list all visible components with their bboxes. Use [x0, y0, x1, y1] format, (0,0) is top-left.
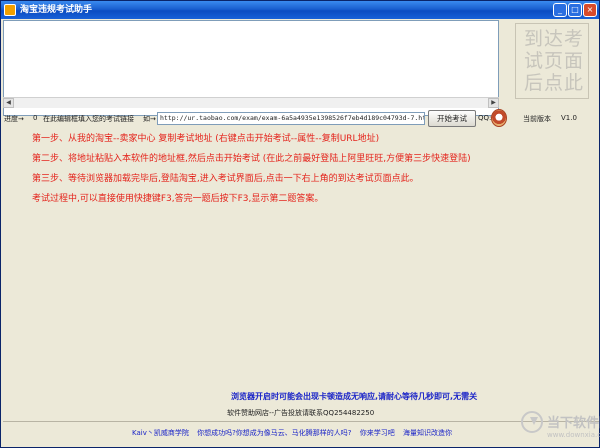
footer-link-success[interactable]: 你想成功吗?你想成为像马云、马化腾那样的人吗?: [197, 428, 351, 438]
scroll-left-icon[interactable]: ◀: [3, 98, 14, 108]
download-logo-icon: [521, 411, 543, 433]
browser-notice: 浏览器开启时可能会出现卡顿造成无响应,请耐心等待几秒即可,无需关: [231, 392, 478, 401]
step-1: 第一步、从我的淘宝--卖家中心 复制考试地址 (右键点击开始考试--属性--复制…: [32, 134, 380, 144]
footer-links: Kaiv丶凯威商学院 你想成功吗?你想成为像马云、马化腾那样的人吗? 你来学习吧…: [132, 428, 458, 438]
qq-penguin-icon[interactable]: [491, 109, 507, 127]
footer-link-academy[interactable]: Kaiv丶凯威商学院: [132, 428, 189, 438]
progress-label: 进度→: [4, 115, 24, 123]
main-window: 淘宝违规考试助手 _ □ × ◀ ▶ 到达考试页面后点此 进度→ 0 在此编辑框…: [0, 0, 600, 448]
app-icon: [4, 4, 16, 16]
reached-exam-page-label: 到达考试页面后点此: [523, 28, 584, 94]
progress-value: 0: [33, 114, 38, 122]
maximize-button[interactable]: □: [568, 3, 582, 17]
title-bar[interactable]: 淘宝违规考试助手 _ □ ×: [1, 1, 599, 19]
close-button[interactable]: ×: [583, 3, 597, 17]
horizontal-scrollbar[interactable]: ◀ ▶: [3, 97, 499, 108]
qq-label: QQ:: [478, 114, 492, 122]
step-2: 第二步、将地址粘贴入本软件的地址框,然后点击开始考试 (在此之前最好登陆上阿里旺…: [32, 154, 471, 164]
reached-exam-page-button[interactable]: 到达考试页面后点此: [515, 23, 589, 99]
version-label: 当前版本: [523, 115, 551, 123]
scroll-right-icon[interactable]: ▶: [488, 98, 499, 108]
version-value: V1.0: [561, 114, 577, 122]
footer-link-knowledge[interactable]: 海量知识改造你: [403, 428, 452, 438]
url-example-prefix: 如→: [143, 115, 156, 123]
site-watermark: 当下软件园 www.downxia.com: [521, 409, 600, 447]
footer-divider: [3, 421, 599, 422]
watermark-name: 当下软件园: [547, 416, 600, 431]
watermark-url: www.downxia.com: [547, 431, 600, 439]
sponsor-text: 软件赞助网店--广告投放请联系QQ254482250: [227, 409, 375, 417]
minimize-button[interactable]: _: [553, 3, 567, 17]
step-3: 第三步、等待浏览器加载完毕后,登陆淘宝,进入考试界面后,点击一下右上角的到达考试…: [32, 174, 419, 184]
window-title: 淘宝违规考试助手: [20, 5, 93, 15]
footer-link-learn[interactable]: 你来学习吧: [360, 428, 395, 438]
exam-url-input[interactable]: http://ur.taobao.com/exam/exam-6a5a4935e…: [157, 112, 425, 125]
start-exam-button[interactable]: 开始考试: [428, 110, 476, 127]
step-4-tip: 考试过程中,可以直接使用快捷键F3,答完一题后按下F3,显示第二题答案。: [32, 194, 324, 204]
url-instruction: 在此编辑框填入您的考试链接: [43, 115, 134, 123]
